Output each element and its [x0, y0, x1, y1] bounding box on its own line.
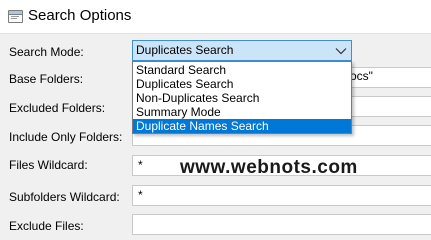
search-mode-selected-value: Duplicates Search [136, 43, 234, 57]
title-bar: Search Options [0, 0, 431, 34]
window-icon [8, 10, 23, 23]
search-mode-label: Search Mode: [9, 45, 84, 59]
exclude-files-field[interactable] [132, 214, 431, 235]
subfolders-wildcard-label: Subfolders Wildcard: [9, 190, 120, 204]
chevron-down-icon [335, 48, 347, 55]
search-mode-select[interactable]: Duplicates Search [132, 40, 352, 61]
dropdown-option-non-duplicates-search[interactable]: Non-Duplicates Search [133, 91, 351, 105]
dropdown-option-duplicates-search[interactable]: Duplicates Search [133, 77, 351, 91]
files-wildcard-label: Files Wildcard: [9, 158, 88, 172]
base-folders-label: Base Folders: [9, 72, 84, 86]
exclude-files-label: Exclude Files: [9, 219, 84, 233]
base-folders-value: ocs" [350, 69, 373, 83]
include-only-folders-label: Include Only Folders: [9, 130, 123, 144]
window-title: Search Options [28, 7, 132, 24]
excluded-folders-label: Excluded Folders: [9, 101, 106, 115]
dropdown-option-standard-search[interactable]: Standard Search [133, 63, 351, 77]
subfolders-wildcard-field[interactable]: * [132, 185, 431, 206]
dropdown-option-summary-mode[interactable]: Summary Mode [133, 105, 351, 119]
dropdown-option-duplicate-names-search[interactable]: Duplicate Names Search [133, 119, 351, 133]
search-mode-dropdown: Standard Search Duplicates Search Non-Du… [132, 61, 352, 134]
watermark-text: www.webnots.com [180, 157, 358, 178]
